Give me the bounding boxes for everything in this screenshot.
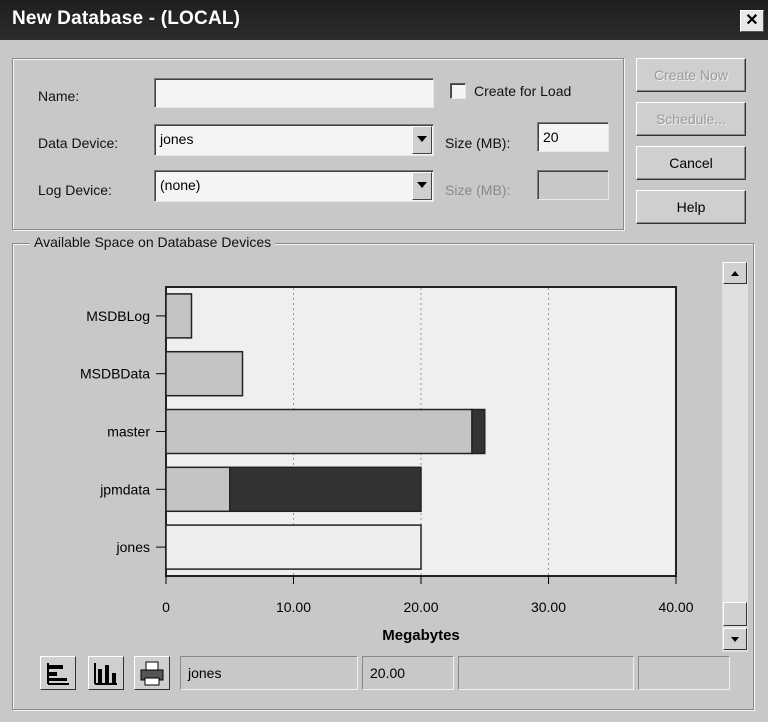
x-tick-label: 20.00 xyxy=(403,599,438,615)
scroll-up-button[interactable] xyxy=(723,262,747,284)
y-tick-label: MSDBData xyxy=(80,366,150,382)
horizontal-bar-chart-icon xyxy=(47,663,69,685)
y-tick-label: jpmdata xyxy=(99,481,150,497)
horizontal-bar-chart-button[interactable] xyxy=(40,656,76,690)
status-field-3 xyxy=(458,656,634,690)
status-device: jones xyxy=(180,656,358,690)
scroll-up-arrow-icon xyxy=(731,271,739,276)
scroll-down-arrow-icon xyxy=(731,637,739,642)
chart-svg: MSDBLog MSDBData master jpmdata jones 0 10.00… xyxy=(80,286,694,644)
x-axis-title: Megabytes xyxy=(382,627,460,644)
x-tick-label: 30.00 xyxy=(531,599,566,615)
x-tick-label: 40.00 xyxy=(658,599,693,615)
bar-jpmdata-s0 xyxy=(165,466,231,513)
y-tick-label: jones xyxy=(116,539,150,555)
status-field-4 xyxy=(638,656,730,690)
bar-MSDBLog-s0 xyxy=(165,293,193,339)
vertical-bar-chart-button[interactable] xyxy=(88,656,124,690)
x-tick-label: 10.00 xyxy=(276,599,311,615)
print-icon xyxy=(140,661,164,686)
chart-scrollbar[interactable] xyxy=(722,262,748,652)
bar-jones-s2 xyxy=(165,524,422,570)
scroll-down-button[interactable] xyxy=(723,628,747,650)
status-size: 20.00 xyxy=(362,656,454,690)
scroll-thumb[interactable] xyxy=(723,602,747,626)
y-tick-label: MSDBLog xyxy=(86,308,150,324)
bar-master-s1 xyxy=(471,408,486,455)
y-tick-label: master xyxy=(107,424,150,440)
x-tick-label: 0 xyxy=(162,599,170,615)
bar-jpmdata-s1 xyxy=(229,466,422,513)
print-button[interactable] xyxy=(134,656,170,690)
bar-master-s0 xyxy=(165,408,473,455)
bar-MSDBData-s0 xyxy=(165,350,244,397)
vertical-bar-chart-icon xyxy=(94,663,117,685)
